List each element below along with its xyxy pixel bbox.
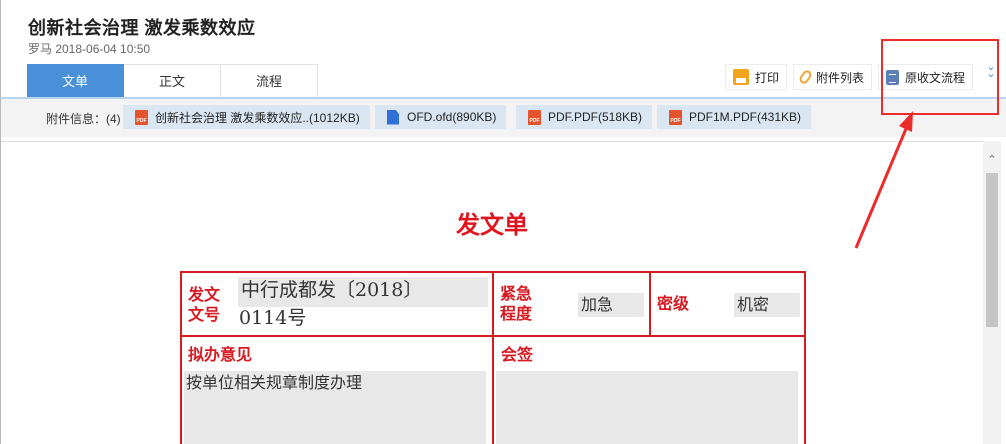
printer-icon	[733, 69, 749, 85]
pdf-icon	[135, 109, 148, 125]
attachment-name: PDF.PDF(518KB)	[548, 110, 643, 124]
attachment-name: 创新社会治理 激发乘数效应..(1012KB)	[155, 110, 360, 125]
paperclip-icon	[797, 68, 814, 86]
urgency-field[interactable]: 加急	[578, 293, 644, 317]
print-button[interactable]: 打印	[725, 64, 788, 90]
draft-opinion-field[interactable]: 按单位相关规章制度办理	[184, 371, 486, 444]
attachment-name: PDF1M.PDF(431KB)	[689, 110, 802, 124]
tab-body-text[interactable]: 正文	[124, 64, 221, 97]
secrecy-label: 密级	[657, 294, 690, 313]
pdf-icon	[669, 109, 682, 125]
dispatch-form: 发文 文号 中行成都发〔2018〕 0114号 紧急 程度 加急 密级 机密 拟…	[180, 271, 806, 444]
attachment-list-button[interactable]: 附件列表	[793, 64, 873, 90]
form-title: 发文单	[456, 210, 528, 239]
tab-form[interactable]: 文单	[27, 64, 124, 97]
countersign-field[interactable]	[496, 371, 798, 444]
urgency-label: 紧急 程度	[500, 284, 533, 323]
vertical-scrollbar[interactable]: ⌃	[983, 141, 1001, 444]
print-label: 打印	[755, 70, 780, 85]
doc-number-field[interactable]: 中行成都发〔2018〕	[238, 277, 488, 307]
draft-opinion-label: 拟办意见	[188, 345, 253, 364]
pdf-icon	[528, 109, 541, 125]
scroll-thumb[interactable]	[986, 173, 998, 327]
document-window: 创新社会治理 激发乘数效应 罗马 2018-06-04 10:50 文单 正文 …	[0, 0, 1006, 444]
attachment-list-label: 附件列表	[816, 70, 865, 85]
attachment-name: OFD.ofd(890KB)	[407, 110, 497, 124]
attachment-item[interactable]: 创新社会治理 激发乘数效应..(1012KB)	[123, 105, 370, 129]
author-timestamp: 罗马 2018-06-04 10:50	[28, 42, 151, 56]
tab-bar: 文单 正文 流程	[27, 64, 318, 97]
ofd-icon	[387, 109, 399, 125]
page-title: 创新社会治理 激发乘数效应	[28, 18, 256, 38]
attachment-item[interactable]: OFD.ofd(890KB)	[375, 105, 507, 129]
countersign-label: 会签	[501, 345, 534, 364]
form-divider	[649, 273, 651, 335]
attachment-info-label: 附件信息：(4)	[46, 112, 121, 126]
doc-number-continuation: 0114号	[239, 307, 307, 329]
attachment-item[interactable]: PDF.PDF(518KB)	[516, 105, 653, 129]
secrecy-field[interactable]: 机密	[734, 293, 800, 317]
annotation-highlight-box	[881, 39, 999, 115]
attachment-bar: 附件信息：(4) 创新社会治理 激发乘数效应..(1012KB) OFD.ofd…	[1, 99, 1006, 137]
doc-number-label: 发文 文号	[188, 285, 221, 324]
tab-workflow[interactable]: 流程	[221, 64, 318, 97]
form-divider	[492, 273, 494, 444]
scroll-up-icon[interactable]: ⌃	[983, 153, 1001, 166]
attachment-item[interactable]: PDF1M.PDF(431KB)	[657, 105, 812, 129]
